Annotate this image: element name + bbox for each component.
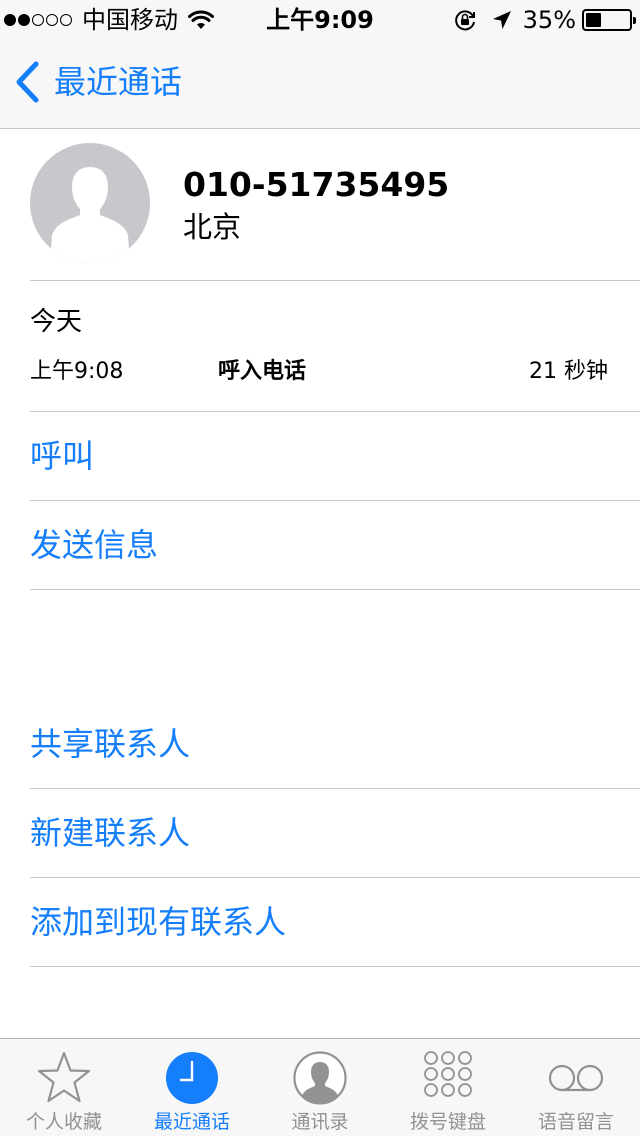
divider <box>30 500 640 501</box>
chevron-left-icon <box>16 61 39 103</box>
call-detail-screen: 中国移动 上午9:09 35% 最近通话 010-51735495 北京 今天 … <box>0 0 640 1136</box>
divider <box>30 877 640 878</box>
tab-recents[interactable]: 最近通话 <box>128 1039 256 1136</box>
tab-voicemail[interactable]: 语音留言 <box>512 1039 640 1136</box>
status-right: 35% <box>453 6 636 34</box>
call-day: 今天 <box>30 307 83 337</box>
voicemail-icon <box>548 1064 604 1092</box>
person-silhouette-icon <box>50 167 130 263</box>
phone-number: 010-51735495 <box>183 165 450 204</box>
new-contact-button[interactable]: 新建联系人 <box>30 808 190 858</box>
tab-label: 最近通话 <box>153 1111 230 1133</box>
orientation-lock-icon <box>454 10 475 31</box>
tab-favorites[interactable]: 个人收藏 <box>0 1039 128 1136</box>
call-record: 上午9:08 呼入电话 21 秒钟 <box>30 354 610 390</box>
back-button[interactable]: 最近通话 <box>14 60 182 104</box>
tab-label: 个人收藏 <box>25 1111 102 1133</box>
star-icon <box>37 1051 91 1103</box>
tab-label: 通讯录 <box>291 1111 349 1133</box>
back-button-label: 最近通话 <box>54 63 183 101</box>
send-message-button[interactable]: 发送信息 <box>30 520 158 570</box>
call-duration: 21 秒钟 <box>529 359 608 384</box>
location-arrow-icon <box>492 11 511 29</box>
call-button[interactable]: 呼叫 <box>30 431 94 481</box>
avatar <box>30 143 150 263</box>
contact-header: 010-51735495 北京 <box>0 129 640 281</box>
battery-icon <box>582 9 636 31</box>
tab-contacts[interactable]: 通讯录 <box>256 1039 384 1136</box>
divider <box>30 589 640 590</box>
tab-keypad[interactable]: 拨号键盘 <box>384 1039 512 1136</box>
keypad-icon <box>424 1051 472 1097</box>
contacts-icon <box>293 1051 347 1105</box>
share-contact-button[interactable]: 共享联系人 <box>30 719 190 769</box>
call-time: 上午9:08 <box>30 359 124 384</box>
navigation-bar: 最近通话 <box>0 40 640 129</box>
tab-label: 拨号键盘 <box>409 1111 486 1133</box>
call-type: 呼入电话 <box>218 359 307 384</box>
tab-label: 语音留言 <box>537 1111 614 1133</box>
add-to-existing-contact-button[interactable]: 添加到现有联系人 <box>30 897 286 947</box>
status-bar: 中国移动 上午9:09 35% <box>0 0 640 40</box>
battery-percentage: 35% <box>522 6 576 34</box>
divider <box>30 966 640 967</box>
tab-bar: 个人收藏 最近通话 通讯录 拨号键盘 语音留言 <box>0 1038 640 1136</box>
divider <box>30 411 640 412</box>
caller-location: 北京 <box>183 210 242 244</box>
divider <box>30 788 640 789</box>
divider <box>30 280 640 281</box>
clock-icon <box>166 1052 218 1104</box>
